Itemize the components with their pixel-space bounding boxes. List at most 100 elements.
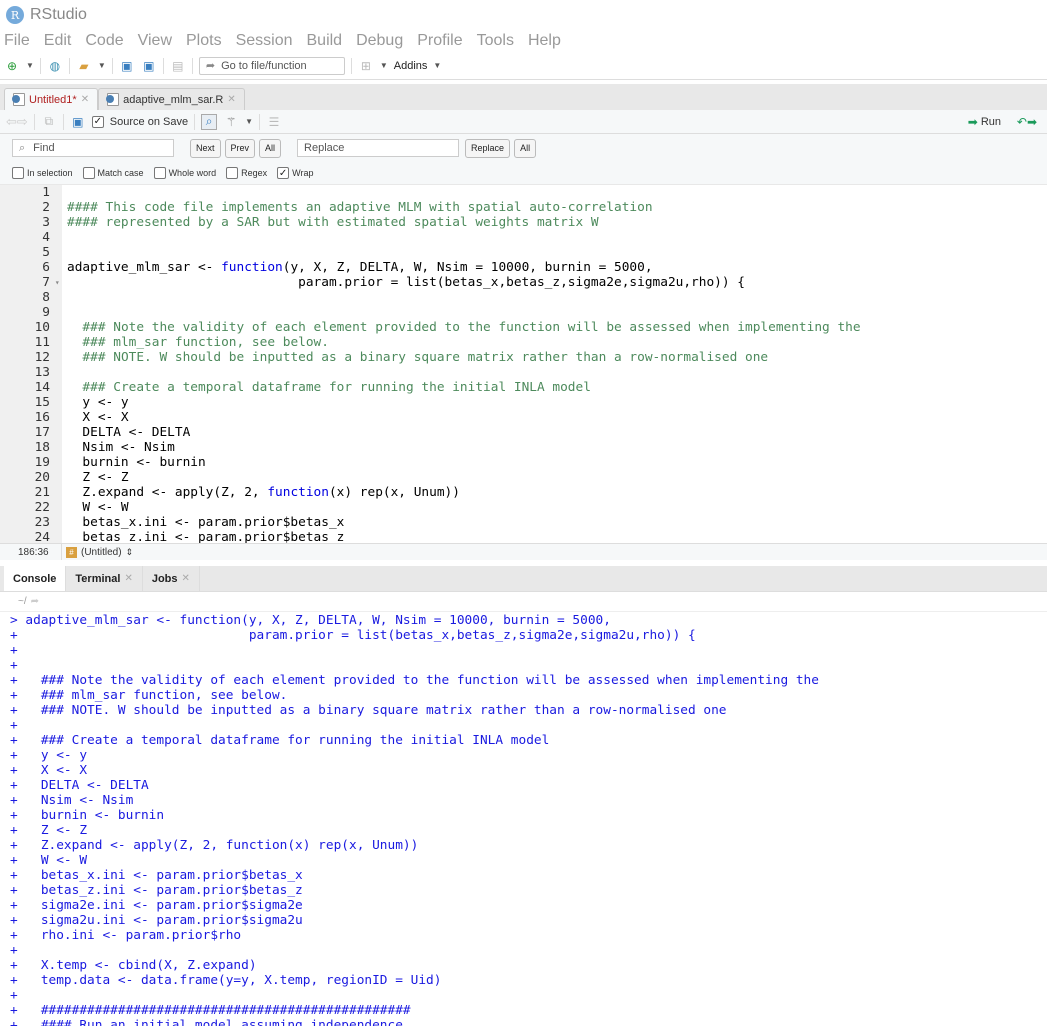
checkbox[interactable]	[12, 167, 24, 179]
option-in-selection[interactable]: In selection	[12, 167, 73, 179]
menu-session[interactable]: Session	[236, 32, 293, 50]
fold-gutter	[50, 395, 67, 410]
close-icon[interactable]: ✕	[227, 94, 235, 105]
line-number: 23	[34, 515, 50, 530]
menu-debug[interactable]: Debug	[356, 32, 403, 50]
console-line: + Nsim <- Nsim	[10, 793, 134, 808]
option-regex[interactable]: Regex	[226, 167, 267, 179]
save-all-icon[interactable]: ▣	[141, 58, 157, 74]
close-icon[interactable]: ✕	[182, 573, 190, 584]
source-on-save-checkbox[interactable]: ✓	[91, 115, 104, 128]
console-line: + y <- y	[10, 748, 88, 763]
console-pane: Console Terminal ✕ Jobs ✕ ~/ ➦ > adaptive_m…	[0, 566, 1047, 1026]
menu-tools[interactable]: Tools	[477, 32, 514, 50]
tab-jobs[interactable]: Jobs ✕	[143, 566, 200, 591]
search-icon[interactable]: ⌕	[201, 113, 218, 130]
code-line: 14 ### Create a temporal dataframe for r…	[0, 380, 1047, 395]
code-lines: 1 2 #### This code file implements an adap…	[0, 185, 1047, 543]
open-folder-icon[interactable]: ▰	[76, 58, 92, 74]
code-text: ### mlm_sar function, see below.	[82, 335, 329, 350]
path-label: ~/	[18, 596, 27, 607]
code-editor[interactable]: 1 2 #### This code file implements an adap…	[0, 185, 1047, 543]
chevron-down-icon[interactable]: ▼	[245, 117, 253, 126]
chevron-down-icon[interactable]: ▼	[98, 61, 106, 70]
tab-console[interactable]: Console	[4, 566, 67, 591]
chevron-down-icon[interactable]: ▼	[433, 61, 441, 70]
code-line: 21 Z.expand <- apply(Z, 2, function(x) r…	[0, 485, 1047, 500]
replace-input[interactable]: Replace	[297, 139, 460, 157]
menu-profile[interactable]: Profile	[417, 32, 462, 50]
code-text: betas_x.ini <- param.prior$betas_x	[67, 515, 345, 530]
go-to-file-input[interactable]: ➦ Go to file/function	[198, 56, 345, 75]
code-text: ### Create a temporal dataframe for runn…	[82, 380, 591, 395]
scope-selector[interactable]: # (Untitled) ⇕	[62, 546, 133, 558]
console-line: + burnin <- burnin	[10, 808, 165, 823]
editor-status-bar: 186:36 # (Untitled) ⇕	[0, 543, 1047, 560]
outline-icon[interactable]: ☰	[266, 114, 282, 130]
fold-icon[interactable]: ▾	[50, 275, 67, 290]
menu-view[interactable]: View	[138, 32, 172, 50]
option-label: Match case	[97, 168, 144, 178]
find-next-button[interactable]: Next	[190, 138, 221, 158]
menu-build[interactable]: Build	[307, 32, 343, 50]
show-in-window-icon[interactable]: ⧉	[41, 114, 57, 130]
find-all-button[interactable]: All	[259, 138, 282, 158]
option-whole-word[interactable]: Whole word	[153, 167, 216, 179]
find-options: In selection Match case Whole word Regex ✓ Wr…	[0, 162, 1047, 184]
line-number: 3	[42, 215, 50, 230]
working-directory: ~/ ➦	[0, 592, 1047, 612]
find-prev-button[interactable]: Prev	[224, 138, 256, 158]
checkbox[interactable]	[82, 167, 95, 179]
console-line: + ### Create a temporal dataframe for ru…	[10, 733, 550, 748]
grid-layout-icon[interactable]: ⊞	[358, 58, 374, 74]
divider	[111, 57, 113, 74]
menu-file[interactable]: File	[4, 32, 30, 50]
code-line: 20 Z <- Z	[0, 470, 1047, 485]
code-text: #### represented by a SAR but with estim…	[67, 215, 599, 230]
line-number: 19	[34, 455, 50, 470]
tab-untitled1[interactable]: Untitled1* ✕	[4, 88, 99, 110]
replace-button[interactable]: Replace	[465, 138, 511, 158]
code-text: Z <- Z	[67, 470, 129, 485]
code-line: 22 W <- W	[0, 500, 1047, 515]
option-match-case[interactable]: Match case	[82, 167, 144, 179]
menu-edit[interactable]: Edit	[44, 32, 72, 50]
save-icon[interactable]: ▣	[70, 114, 86, 130]
print-icon[interactable]: ▤	[170, 58, 186, 74]
code-line: 7 ▾ param.prior = list(betas_x,betas_z,s…	[0, 275, 1047, 290]
option-wrap[interactable]: ✓ Wrap	[277, 167, 313, 179]
rstudio-logo-icon: R	[6, 6, 24, 24]
tab-label: Console	[13, 572, 57, 585]
console-output[interactable]: > adaptive_mlm_sar <- function(y, X, Z, …	[0, 612, 1047, 1026]
close-icon[interactable]: ✕	[81, 94, 89, 105]
code-text: y <- y	[67, 395, 129, 410]
chevron-down-icon[interactable]: ▼	[380, 61, 388, 70]
checkbox[interactable]	[153, 167, 166, 179]
addins-menu[interactable]: Addins	[394, 60, 428, 72]
back-arrow-icon[interactable]: ⇦⇨	[6, 114, 28, 130]
console-line: + DELTA <- DELTA	[10, 778, 149, 793]
menu-plots[interactable]: Plots	[186, 32, 222, 50]
magic-wand-icon[interactable]: ⚚	[223, 114, 239, 130]
run-button[interactable]: ➡ Run	[968, 115, 1001, 129]
go-to-directory-icon[interactable]: ➦	[31, 596, 39, 607]
checkbox[interactable]	[226, 167, 239, 179]
menu-help[interactable]: Help	[528, 32, 561, 50]
tab-terminal[interactable]: Terminal ✕	[66, 566, 143, 591]
checkbox[interactable]: ✓	[277, 167, 290, 179]
option-label: Regex	[241, 168, 268, 178]
chevron-down-icon[interactable]: ▼	[26, 61, 34, 70]
console-line: + W <- W	[10, 853, 88, 868]
menu-code[interactable]: Code	[85, 32, 123, 50]
line-number: 24	[34, 530, 50, 543]
find-input[interactable]: ⌕ Find	[12, 139, 174, 157]
replace-all-button[interactable]: All	[514, 138, 537, 158]
tab-adaptive-mlm-sar[interactable]: adaptive_mlm_sar.R ✕	[98, 88, 245, 110]
rerun-icon[interactable]: ↶➡	[1017, 115, 1037, 129]
code-text: Z.expand <- apply(Z, 2, function(x) rep(…	[67, 485, 460, 500]
console-line: + sigma2e.ini <- param.prior$sigma2e	[10, 898, 303, 913]
new-file-icon[interactable]: ⊕	[4, 58, 20, 74]
new-project-icon[interactable]: ◍	[47, 58, 63, 74]
close-icon[interactable]: ✕	[124, 573, 132, 584]
save-icon[interactable]: ▣	[119, 58, 135, 74]
